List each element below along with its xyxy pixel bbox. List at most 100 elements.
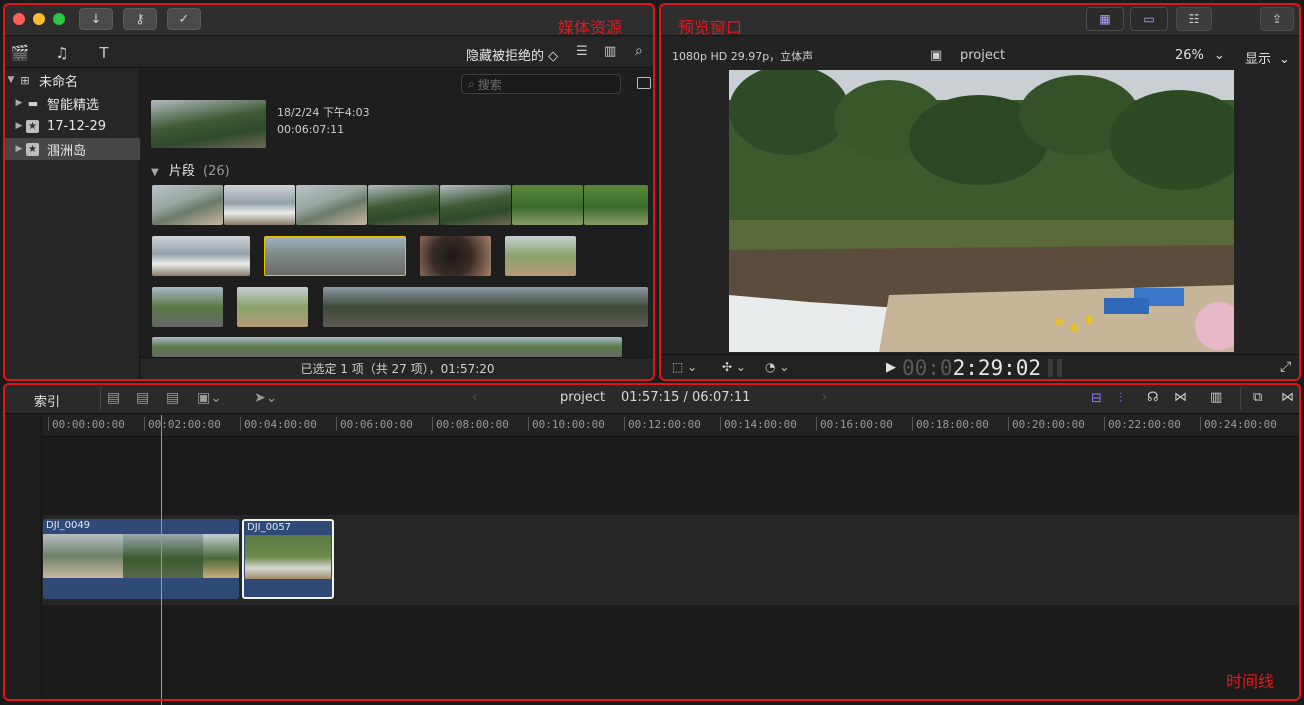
clip-thumbnail[interactable] bbox=[152, 287, 223, 327]
toolbar-divider bbox=[1240, 388, 1241, 410]
search-field[interactable]: ⌕ 搜索 bbox=[461, 74, 621, 94]
insert-clip-icon[interactable]: ▤ bbox=[136, 390, 149, 406]
back-icon[interactable]: ‹ bbox=[472, 390, 477, 405]
timeline-toggle-button[interactable]: ▭ bbox=[1130, 7, 1168, 31]
chevron-down-icon: ⌄ bbox=[1279, 52, 1290, 67]
timeline-panel: 索引 ▤ ▤ ▤ ▣⌄ ➤⌄ ‹ project 01:57:15 / 06:0… bbox=[4, 384, 1300, 701]
clip-name: DJI_0057 bbox=[247, 522, 292, 533]
append-clip-icon[interactable]: ▤ bbox=[166, 390, 179, 406]
clip-thumbnail[interactable] bbox=[505, 236, 576, 276]
keywords-button[interactable]: ⚷ bbox=[123, 8, 157, 30]
filmstrip-icon: ▭ bbox=[1143, 12, 1155, 26]
viewer-toggle-icon[interactable] bbox=[637, 77, 651, 89]
ruler-tick-label: 00:02:00:00 bbox=[144, 417, 221, 431]
ruler-tick-label: 00:20:00:00 bbox=[1008, 417, 1085, 431]
sidebar-item-smart-collections[interactable]: ▶ ▬ 智能精选 bbox=[4, 92, 140, 114]
transform-menu[interactable]: ⬚ ⌄ bbox=[672, 360, 697, 374]
enhance-menu[interactable]: ✣ ⌄ bbox=[722, 360, 746, 374]
forward-icon[interactable]: › bbox=[822, 390, 827, 405]
ruler-tick-label: 00:12:00:00 bbox=[624, 417, 701, 431]
playhead[interactable] bbox=[161, 415, 162, 705]
clip-name: DJI_0049 bbox=[46, 520, 91, 531]
hide-rejected-filter[interactable]: 隐藏被拒绝的 ◇ bbox=[466, 45, 558, 64]
annotation-label-browser: 媒体资源 bbox=[558, 18, 623, 37]
zoom-level-dropdown[interactable]: 26% ⌄ bbox=[1175, 48, 1225, 63]
ruler-tick-label: 00:22:00:00 bbox=[1104, 417, 1181, 431]
tool-menu[interactable]: ➤⌄ bbox=[254, 390, 277, 406]
overwrite-icon: ▣ bbox=[197, 390, 211, 406]
clip-filmstrip-frame bbox=[43, 534, 123, 578]
clip-appearance-filmstrip-icon[interactable]: ▥ bbox=[604, 44, 616, 59]
index-button[interactable]: 索引 bbox=[34, 391, 60, 410]
clip-thumbnail[interactable] bbox=[237, 287, 308, 327]
clip-thumbnail[interactable] bbox=[152, 185, 223, 225]
list-view-icon[interactable]: ☰ bbox=[576, 44, 588, 59]
disclosure-open-icon: ▼ bbox=[151, 167, 159, 178]
disclosure-closed-icon[interactable]: ▶ bbox=[12, 98, 26, 108]
timecode-display[interactable]: 00:02:29:02 bbox=[902, 356, 1041, 380]
timeline-position: 01:57:15 / 06:07:11 bbox=[621, 390, 751, 405]
skimming-icon[interactable]: ⊟ bbox=[1091, 391, 1102, 406]
clip-thumbnail[interactable] bbox=[368, 185, 439, 225]
video-frame-image bbox=[729, 70, 1234, 352]
compound-clip-thumbnail[interactable] bbox=[151, 100, 266, 148]
clip-thumbnail[interactable] bbox=[152, 337, 622, 357]
display-label: 显示 bbox=[1245, 52, 1272, 67]
effects-browser-icon[interactable]: ⧉ bbox=[1253, 390, 1262, 405]
zoom-window-button[interactable] bbox=[53, 13, 65, 25]
clips-section-header[interactable]: ▼ 片段 (26) bbox=[151, 160, 230, 179]
fullscreen-icon[interactable]: ⤢ bbox=[1280, 359, 1291, 375]
display-dropdown[interactable]: 显示 ⌄ bbox=[1245, 48, 1290, 67]
primary-storyline[interactable]: DJI_0049 DJI_0057 bbox=[42, 515, 1300, 605]
crop-rect-icon: ⬚ bbox=[672, 360, 684, 374]
clip-thumbnail[interactable] bbox=[323, 287, 648, 327]
clip-thumbnail[interactable] bbox=[512, 185, 583, 225]
browser-toggle-button[interactable]: ▦ bbox=[1086, 7, 1124, 31]
disclosure-closed-icon[interactable]: ▶ bbox=[12, 121, 26, 131]
libraries-sidebar: ▼ ⊞ 未命名 ▶ ▬ 智能精选 ▶ ★ 17-12-29 ▶ ★ 涠洲岛 bbox=[4, 69, 140, 380]
snapping-icon[interactable]: ⋈ bbox=[1174, 390, 1187, 405]
clip-thumbnail[interactable] bbox=[420, 236, 491, 276]
clip-thumbnail[interactable] bbox=[584, 185, 648, 225]
import-button[interactable]: ↓ bbox=[79, 8, 113, 30]
timeline-clip-selected[interactable]: DJI_0057 bbox=[242, 519, 334, 599]
video-preview-frame[interactable] bbox=[729, 70, 1234, 352]
retime-menu[interactable]: ◔ ⌄ bbox=[765, 360, 789, 374]
viewer-panel: ▦ ▭ ☷ ⇪ 1080p HD 29.97p，立体声 ▣ project 26… bbox=[660, 4, 1300, 380]
sidebar-item-library[interactable]: ▼ ⊞ 未命名 bbox=[4, 69, 140, 91]
clip-thumbnail-selected[interactable] bbox=[264, 236, 406, 276]
timeline-clip[interactable]: DJI_0049 bbox=[43, 519, 239, 599]
clip-thumbnail[interactable] bbox=[440, 185, 511, 225]
audio-meter-left bbox=[1048, 359, 1053, 377]
connect-clip-icon[interactable]: ▤ bbox=[107, 390, 120, 406]
share-button[interactable]: ⇪ bbox=[1260, 7, 1294, 31]
sidebar-item-label: 未命名 bbox=[39, 74, 79, 90]
disclosure-open-icon[interactable]: ▼ bbox=[4, 75, 18, 85]
audio-skimming-icon[interactable]: ⫶ bbox=[1119, 391, 1122, 406]
inspector-toggle-button[interactable]: ☷ bbox=[1176, 7, 1212, 31]
clip-thumbnail[interactable] bbox=[224, 185, 295, 225]
play-icon[interactable]: ▶ bbox=[886, 360, 896, 375]
overwrite-clip-menu[interactable]: ▣⌄ bbox=[197, 390, 222, 406]
search-icon[interactable]: ⌕ bbox=[635, 43, 643, 59]
headphones-icon[interactable]: ☊ bbox=[1147, 390, 1159, 405]
sidebar-item-event-weizhou[interactable]: ▶ ★ 涠洲岛 bbox=[4, 138, 140, 160]
disclosure-closed-icon[interactable]: ▶ bbox=[12, 144, 26, 154]
sidebar-item-event-171229[interactable]: ▶ ★ 17-12-29 bbox=[4, 115, 140, 137]
clip-appearance-icon[interactable]: ▥ bbox=[1210, 390, 1222, 405]
timeline-toolbar: 索引 ▤ ▤ ▤ ▣⌄ ➤⌄ ‹ project 01:57:15 / 06:0… bbox=[4, 384, 1300, 414]
timeline-project-name: project bbox=[560, 390, 606, 405]
titles-generators-tab-icon[interactable]: T bbox=[94, 44, 114, 62]
close-window-button[interactable] bbox=[13, 13, 25, 25]
background-tasks-button[interactable]: ✓ bbox=[167, 8, 201, 30]
speedometer-icon: ◔ bbox=[765, 360, 776, 374]
clip-thumbnail[interactable] bbox=[296, 185, 367, 225]
timeline-ruler[interactable]: 00:00:00:00 00:02:00:00 00:04:00:00 00:0… bbox=[42, 415, 1300, 437]
sidebar-item-label: 智能精选 bbox=[47, 97, 100, 113]
clip-thumbnail[interactable] bbox=[152, 236, 250, 276]
minimize-window-button[interactable] bbox=[33, 13, 45, 25]
libraries-tab-clapper-icon[interactable]: 🎬 bbox=[10, 44, 30, 62]
key-icon: ⚷ bbox=[135, 11, 145, 27]
transitions-browser-icon[interactable]: ⋈ bbox=[1281, 390, 1294, 405]
photos-audio-tab-icon[interactable]: ♫ bbox=[52, 44, 72, 62]
